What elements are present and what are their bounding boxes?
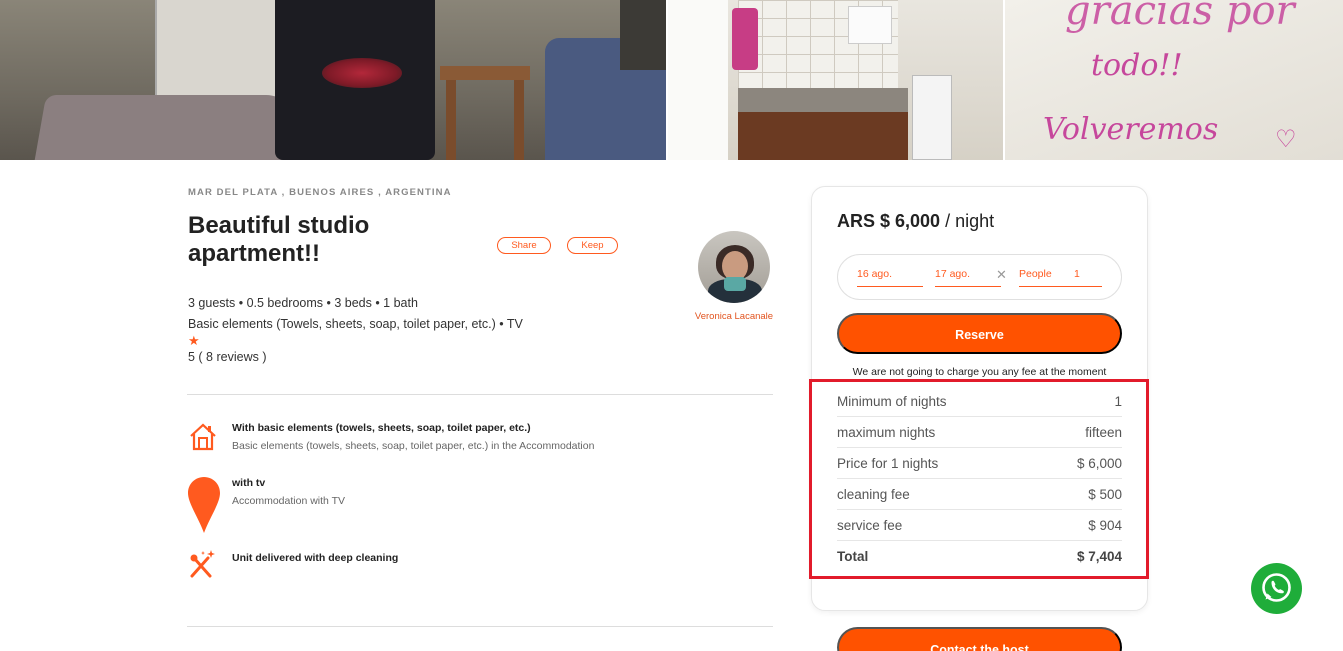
price-amount: ARS $ 6,000 — [837, 211, 941, 231]
feature-title: Unit delivered with deep cleaning — [232, 552, 399, 564]
close-icon[interactable]: ✕ — [996, 267, 1007, 283]
share-button[interactable]: Share — [497, 237, 551, 254]
fee-note: We are not going to charge you any fee a… — [852, 366, 1107, 378]
house-icon — [190, 423, 216, 451]
photo-gallery[interactable]: gracias por todo!! Volveremos ♡ — [0, 0, 1343, 160]
guests-input[interactable]: People 1 — [1019, 268, 1102, 287]
cleaning-icon — [190, 550, 215, 578]
reviews-count[interactable]: 5 ( 8 reviews ) — [188, 350, 267, 364]
price-unit: / night — [945, 211, 995, 231]
reserve-button[interactable]: Reserve — [837, 313, 1122, 354]
listing-specs: 3 guests • 0.5 bedrooms • 3 beds • 1 bat… — [188, 296, 418, 310]
heart-icon: ♡ — [1275, 126, 1297, 153]
amenities-summary: Basic elements (Towels, sheets, soap, to… — [188, 317, 523, 331]
feature-title: with tv — [232, 477, 266, 489]
feature-description: Basic elements (towels, sheets, soap, to… — [232, 440, 595, 452]
star-icon: ★ — [188, 333, 200, 348]
divider — [187, 626, 773, 627]
note-line: Volveremos — [1043, 112, 1219, 147]
whatsapp-button[interactable] — [1251, 563, 1302, 614]
divider — [187, 394, 773, 395]
contact-host-button[interactable]: Contact the host — [837, 627, 1122, 651]
checkout-date-input[interactable]: 17 ago. — [935, 268, 1001, 287]
checkin-date-input[interactable]: 16 ago. — [857, 268, 923, 287]
host-avatar[interactable] — [698, 231, 770, 303]
listing-location: MAR DEL PLATA , BUENOS AIRES , ARGENTINA — [188, 187, 452, 198]
guests-label: People — [1019, 268, 1052, 280]
handwritten-note-photo[interactable]: gracias por todo!! Volveremos ♡ — [1005, 0, 1343, 160]
whatsapp-icon — [1262, 573, 1291, 602]
kitchen-photo[interactable] — [668, 0, 1003, 160]
map-pin-icon — [188, 477, 220, 533]
feature-description: Accommodation with TV — [232, 495, 346, 507]
nightly-price: ARS $ 6,000 / night — [837, 211, 994, 232]
highlight-box — [809, 379, 1149, 579]
guests-value: 1 — [1074, 268, 1080, 280]
note-line: gracias por — [1065, 0, 1295, 34]
keep-button[interactable]: Keep — [567, 237, 618, 254]
note-line: todo!! — [1091, 48, 1183, 83]
host-name[interactable]: Veronica Lacanale — [680, 311, 788, 322]
feature-title: With basic elements (towels, sheets, soa… — [232, 422, 531, 434]
bedroom-photo[interactable] — [0, 0, 666, 160]
listing-title: Beautiful studio apartment!! — [188, 212, 370, 267]
